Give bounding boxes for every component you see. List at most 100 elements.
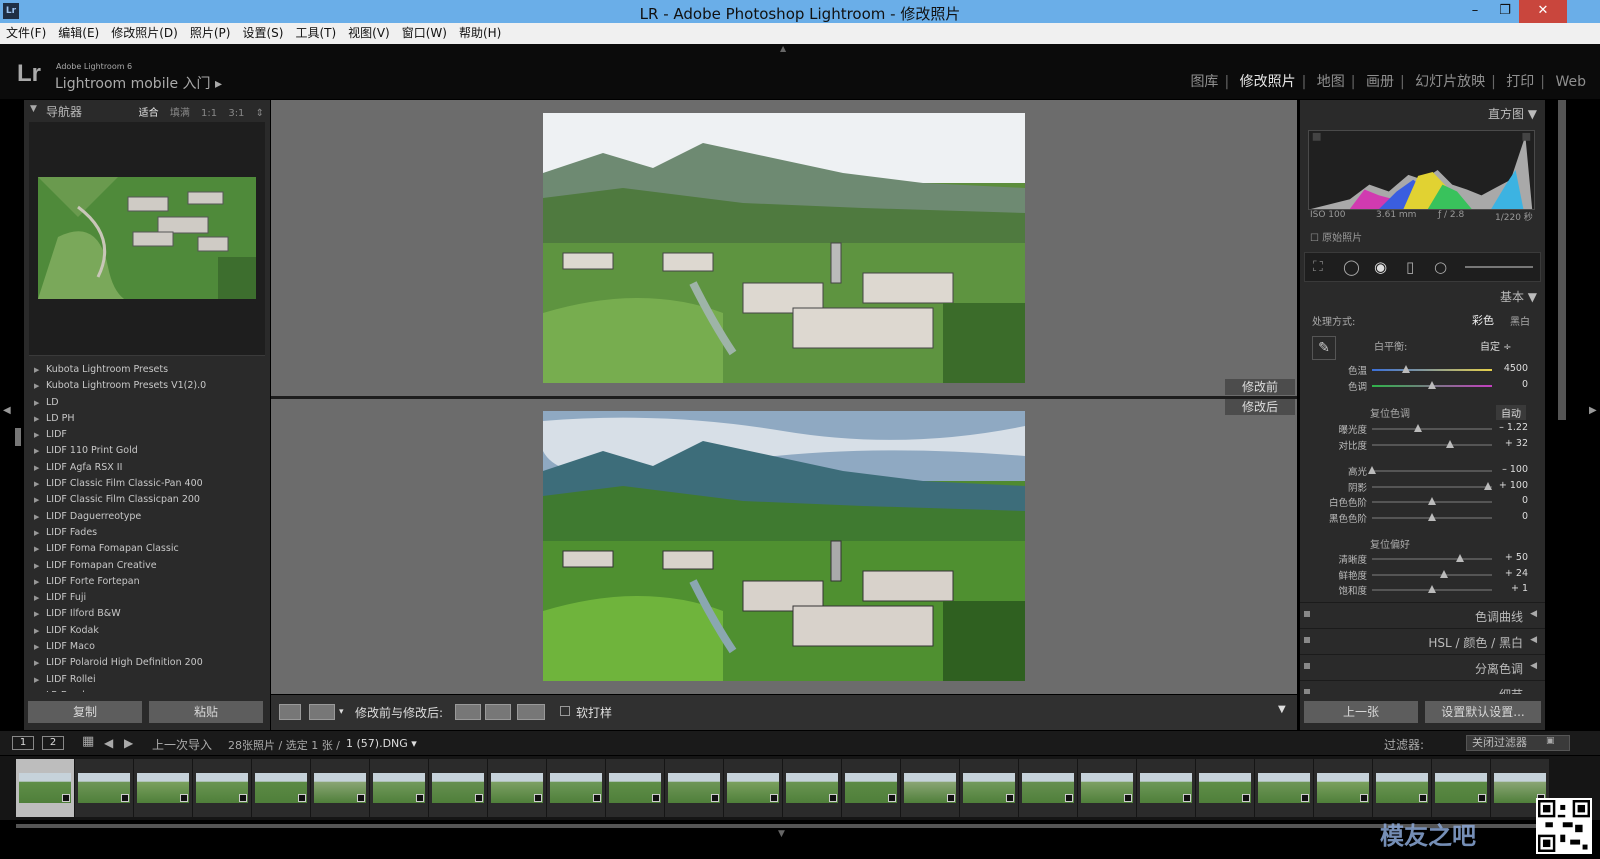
copy-before-to-after-icon[interactable] bbox=[455, 704, 481, 720]
treatment-color-button[interactable]: 彩色 bbox=[1472, 312, 1494, 328]
slider-value[interactable]: + 24 bbox=[1505, 568, 1528, 579]
hsl-section[interactable]: HSL / 颜色 / 黑白 ◀ bbox=[1300, 628, 1545, 652]
preset-folder[interactable]: ▶ LR Brush bbox=[24, 688, 270, 692]
preset-folder[interactable]: ▶ LIDF Kodak bbox=[24, 623, 270, 639]
slider-value[interactable]: 0 bbox=[1522, 511, 1528, 522]
right-scrollbar[interactable] bbox=[1558, 100, 1566, 420]
loupe-view-icon[interactable] bbox=[279, 704, 301, 720]
zoom-fit[interactable]: 适合 bbox=[139, 108, 159, 119]
collapse-triangle-icon[interactable]: ▼ bbox=[30, 104, 37, 114]
original-photo-checkbox[interactable]: ☐ 原始照片 bbox=[1310, 229, 1362, 244]
after-photo[interactable] bbox=[543, 411, 1025, 681]
module-print[interactable]: 打印 bbox=[1500, 71, 1540, 91]
basic-header[interactable]: 基本 ▼ bbox=[1500, 288, 1537, 305]
filmstrip-thumbnail[interactable] bbox=[134, 759, 192, 817]
preset-folder[interactable]: ▶ LIDF Daguerreotype bbox=[24, 509, 270, 525]
toolbar-menu-icon[interactable]: ▼ bbox=[1278, 704, 1286, 715]
expand-triangle-icon[interactable]: ▶ bbox=[34, 623, 39, 639]
treatment-bw-button[interactable]: 黑白 bbox=[1510, 313, 1530, 328]
before-photo[interactable] bbox=[543, 113, 1025, 383]
filmstrip-thumbnail[interactable] bbox=[193, 759, 251, 817]
adjustment-brush-icon[interactable] bbox=[1465, 266, 1533, 268]
preset-folder[interactable]: ▶ LIDF bbox=[24, 427, 270, 443]
minimize-button[interactable]: – bbox=[1460, 0, 1490, 23]
slider-handle[interactable] bbox=[1401, 365, 1410, 373]
expand-triangle-icon[interactable]: ▶ bbox=[34, 509, 39, 525]
forward-arrow-icon[interactable]: ▶ bbox=[124, 736, 133, 750]
wb-select[interactable]: 自定 ÷ bbox=[1480, 338, 1512, 353]
copy-button[interactable]: 复制 bbox=[28, 701, 142, 723]
slider-track[interactable] bbox=[1372, 558, 1492, 560]
filmstrip-thumbnail[interactable] bbox=[547, 759, 605, 817]
module-web[interactable]: Web bbox=[1549, 74, 1592, 90]
view-dropdown-icon[interactable]: ▾ bbox=[339, 707, 344, 717]
slider-track[interactable] bbox=[1372, 369, 1492, 371]
slider-value[interactable]: – 1.22 bbox=[1499, 422, 1528, 433]
expand-triangle-icon[interactable]: ▶ bbox=[34, 378, 39, 394]
histogram-header[interactable]: 直方图 ▼ bbox=[1488, 105, 1537, 122]
graduated-filter-icon[interactable]: ▯ bbox=[1406, 258, 1414, 276]
swap-before-after-icon[interactable] bbox=[517, 704, 545, 720]
primary-window-button[interactable]: 1 bbox=[12, 736, 34, 750]
slider-value[interactable]: + 32 bbox=[1505, 438, 1528, 449]
preset-folder[interactable]: ▶ LIDF Classic Film Classicpan 200 bbox=[24, 492, 270, 508]
preset-folder[interactable]: ▶ LD PH bbox=[24, 411, 270, 427]
filmstrip-thumbnail[interactable] bbox=[1255, 759, 1313, 817]
slider-track[interactable] bbox=[1372, 444, 1492, 446]
module-slideshow[interactable]: 幻灯片放映 bbox=[1409, 71, 1491, 91]
reset-presence-label[interactable]: 复位偏好 bbox=[1370, 536, 1410, 551]
slider-handle[interactable] bbox=[1484, 482, 1493, 490]
paste-button[interactable]: 粘贴 bbox=[149, 701, 263, 723]
spot-removal-icon[interactable]: ◯ bbox=[1343, 258, 1360, 276]
slider-handle[interactable] bbox=[1428, 513, 1436, 521]
expand-triangle-icon[interactable]: ▶ bbox=[34, 460, 39, 476]
grid-view-icon[interactable]: ▦ bbox=[82, 734, 94, 749]
slider-value[interactable]: 0 bbox=[1522, 379, 1528, 390]
slider-track[interactable] bbox=[1372, 470, 1492, 472]
expand-triangle-icon[interactable]: ▶ bbox=[34, 492, 39, 508]
wb-eyedropper-icon[interactable]: ✎ bbox=[1312, 336, 1336, 360]
before-after-view-icon[interactable] bbox=[309, 704, 335, 720]
filmstrip-thumbnail[interactable] bbox=[901, 759, 959, 817]
preset-folder[interactable]: ▶ LD bbox=[24, 395, 270, 411]
filmstrip-thumbnail[interactable] bbox=[1019, 759, 1077, 817]
preset-folder[interactable]: ▶ LIDF Classic Film Classic-Pan 400 bbox=[24, 476, 270, 492]
filmstrip-thumbnail[interactable] bbox=[252, 759, 310, 817]
preset-folder[interactable]: ▶ LIDF Ilford B&W bbox=[24, 606, 270, 622]
filmstrip-thumbnail[interactable] bbox=[842, 759, 900, 817]
slider-value[interactable]: 4500 bbox=[1504, 363, 1528, 374]
filter-lock-icon[interactable]: ▣ bbox=[1546, 736, 1555, 746]
histogram[interactable] bbox=[1308, 130, 1535, 210]
expand-triangle-icon[interactable]: ▶ bbox=[34, 476, 39, 492]
slider-handle[interactable] bbox=[1455, 554, 1464, 562]
filmstrip-thumbnail[interactable] bbox=[724, 759, 782, 817]
close-button[interactable]: ✕ bbox=[1519, 0, 1567, 23]
preset-folder[interactable]: ▶ LIDF Fomapan Creative bbox=[24, 558, 270, 574]
filmstrip-thumbnail[interactable] bbox=[606, 759, 664, 817]
detail-section[interactable]: 细节 bbox=[1300, 680, 1545, 694]
filmstrip-thumbnail[interactable] bbox=[665, 759, 723, 817]
slider-handle[interactable] bbox=[1428, 585, 1436, 593]
expand-triangle-icon[interactable]: ▶ bbox=[34, 558, 39, 574]
module-map[interactable]: 地图 bbox=[1311, 71, 1351, 91]
expand-triangle-icon[interactable]: ▶ bbox=[34, 606, 39, 622]
expand-triangle-icon[interactable]: ▶ bbox=[34, 427, 39, 443]
auto-tone-button[interactable]: 自动 bbox=[1496, 405, 1526, 420]
expand-triangle-icon[interactable]: ▶ bbox=[34, 541, 39, 557]
softproof-checkbox[interactable] bbox=[560, 706, 570, 716]
slider-handle[interactable] bbox=[1440, 570, 1448, 578]
slider-track[interactable] bbox=[1372, 574, 1492, 576]
slider-value[interactable]: + 1 bbox=[1511, 583, 1528, 594]
filmstrip-thumbnail[interactable] bbox=[1314, 759, 1372, 817]
zoom-dropdown-icon[interactable]: ⇕ bbox=[256, 108, 264, 119]
secondary-window-button[interactable]: 2 bbox=[42, 736, 64, 750]
menu-help[interactable]: 帮助(H) bbox=[453, 23, 507, 44]
preset-folder[interactable]: ▶ LIDF Foma Fomapan Classic bbox=[24, 541, 270, 557]
reset-tone-label[interactable]: 复位色调 bbox=[1370, 405, 1410, 420]
tone-curve-section[interactable]: 色调曲线 ◀ bbox=[1300, 602, 1545, 626]
filmstrip-thumbnail[interactable] bbox=[429, 759, 487, 817]
expand-triangle-icon[interactable]: ▶ bbox=[34, 411, 39, 427]
preset-folder[interactable]: ▶ LIDF Maco bbox=[24, 639, 270, 655]
filmstrip-thumbnail[interactable] bbox=[75, 759, 133, 817]
menu-tools[interactable]: 工具(T) bbox=[289, 23, 342, 44]
